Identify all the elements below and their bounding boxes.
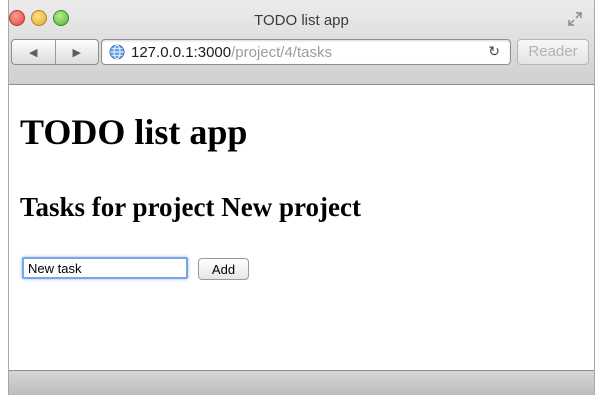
fullscreen-icon[interactable] bbox=[568, 12, 582, 26]
back-button[interactable]: ◀ bbox=[12, 40, 56, 64]
reader-button[interactable]: Reader bbox=[517, 39, 589, 65]
reload-icon[interactable]: ↻ bbox=[488, 43, 500, 60]
new-task-input[interactable] bbox=[22, 257, 188, 279]
forward-arrow-icon: ▶ bbox=[72, 46, 81, 59]
address-bar[interactable]: 127.0.0.1:3000/project/4/tasks ↻ bbox=[101, 39, 511, 65]
tasks-heading: Tasks for project New project bbox=[20, 192, 361, 222]
title-bar: TODO list app ◀ ▶ 127.0.0.1:3000/project… bbox=[9, 0, 594, 85]
url-text: 127.0.0.1:3000/project/4/tasks bbox=[131, 44, 332, 61]
status-bar bbox=[9, 370, 594, 395]
add-task-button[interactable]: Add bbox=[198, 258, 249, 280]
page-title: TODO list app bbox=[20, 112, 248, 152]
url-host: 127.0.0.1:3000 bbox=[131, 44, 232, 61]
history-navigation: ◀ ▶ bbox=[11, 39, 99, 65]
globe-icon bbox=[109, 44, 125, 60]
page-content: TODO list app Tasks for project New proj… bbox=[9, 85, 594, 370]
url-path: /project/4/tasks bbox=[231, 44, 332, 61]
back-arrow-icon: ◀ bbox=[29, 46, 38, 59]
browser-window: TODO list app ◀ ▶ 127.0.0.1:3000/project… bbox=[9, 0, 594, 395]
forward-button[interactable]: ▶ bbox=[56, 40, 99, 64]
window-title: TODO list app bbox=[254, 12, 349, 29]
